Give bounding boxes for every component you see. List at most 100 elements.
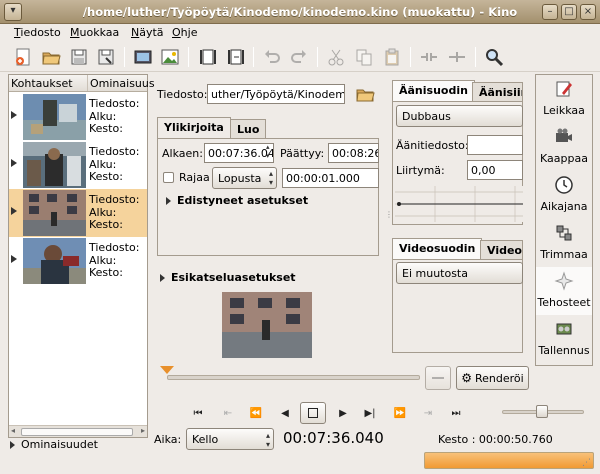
tab-audio-filter[interactable]: Äänisuodin [392, 80, 475, 102]
audio-file-input[interactable] [467, 135, 523, 155]
zoom-icon[interactable] [482, 45, 506, 69]
limit-duration-input[interactable]: 00:00:01.000 [282, 168, 379, 188]
first-frame-button[interactable]: ⏮ [188, 405, 208, 421]
rewind-button[interactable]: ⏪ [246, 405, 266, 421]
scene-row[interactable]: Tiedosto: Alku: Kesto: [9, 93, 147, 141]
sidebar-item-capture[interactable]: Kaappaa [536, 123, 592, 171]
sidebar-item-trim[interactable]: Trimmaa [536, 219, 592, 267]
expand-arrow-icon[interactable] [11, 255, 17, 263]
maximize-button[interactable]: □ [561, 4, 577, 20]
play-icon: ▶ [339, 407, 347, 419]
fast-forward-icon: ⏩ [393, 407, 407, 419]
last-frame-button[interactable]: ⏭ [446, 405, 466, 421]
select-arrows-icon: ▴ ▾ [268, 169, 273, 187]
render-icon: ⚙ [461, 371, 473, 385]
resize-grip-icon[interactable]: ⋰ [582, 458, 591, 468]
spin-arrows-icon[interactable]: ▴ ▾ [266, 143, 270, 161]
limit-mode-select[interactable]: Lopusta ▴ ▾ [212, 167, 277, 189]
properties-expander[interactable]: Ominaisuudet [10, 438, 98, 451]
menu-edit[interactable]: Muokkaa [70, 26, 119, 39]
scene-row[interactable]: Tiedosto: Alku: Kesto: [9, 237, 147, 285]
scroll-right-icon[interactable]: ▸ [141, 426, 145, 435]
fade-input[interactable]: 0,00 [467, 160, 523, 180]
scene-list[interactable]: Kohtaukset Ominaisuus Tiedosto: Alku: Kest… [8, 74, 155, 438]
shuttle-slider-handle[interactable] [536, 405, 548, 418]
menu-help[interactable]: Ohje [172, 26, 197, 39]
volume-envelope-graph[interactable] [395, 186, 523, 222]
time-format-select[interactable]: Kello ▴ ▾ [186, 428, 274, 450]
scene-row[interactable]: Tiedosto: Alku: Kesto: [9, 141, 147, 189]
next-frame-button[interactable]: ▶| [360, 405, 380, 421]
scrollbar-thumb[interactable] [21, 428, 133, 436]
sidebar-item-edit[interactable]: Leikkaa [536, 75, 592, 123]
limit-checkbox[interactable] [163, 172, 174, 183]
sidebar-item-export[interactable]: Tallennus [536, 315, 592, 363]
scene-row-selected[interactable]: Tiedosto: Alku: Kesto: [9, 189, 147, 237]
advanced-settings-expander[interactable]: Edistyneet asetukset [166, 194, 308, 207]
end-label: Päättyy: [280, 147, 325, 160]
render-button[interactable]: ⚙ Renderöi [456, 366, 529, 390]
paste-icon[interactable] [380, 45, 404, 69]
fast-forward-button[interactable]: ⏩ [390, 405, 410, 421]
sidebar-item-effects[interactable]: Tehosteet [536, 267, 592, 315]
new-icon[interactable] [11, 45, 35, 69]
cut-scene-start-icon[interactable] [196, 45, 220, 69]
tab-create[interactable]: Luo [230, 119, 267, 139]
expand-arrow-icon[interactable] [11, 111, 17, 119]
scene-list-scrollbar[interactable]: ◂ ▸ [9, 425, 147, 437]
pane-grip-icon[interactable]: ⋮ [385, 210, 393, 219]
file-path-input[interactable]: uther/Työpöytä/Kinodemo/ [207, 84, 345, 104]
video-filter-select[interactable]: Ei muutosta [396, 262, 523, 284]
column-header-scenes[interactable]: Kohtaukset [11, 77, 73, 90]
duration-display: Kesto : 00:00:50.760 [438, 433, 553, 446]
next-scene-button[interactable]: ⇥ [418, 405, 438, 421]
prev-scene-button[interactable]: ⇤ [218, 405, 238, 421]
capture-frame-icon[interactable] [131, 45, 155, 69]
undo-icon[interactable] [260, 45, 284, 69]
expand-arrow-icon[interactable] [11, 159, 17, 167]
preview-image [222, 292, 312, 358]
menu-bar: Tiedosto Muokkaa Näytä Ohje [0, 24, 600, 42]
menu-file[interactable]: Tiedosto [14, 26, 61, 39]
start-time-input[interactable]: 00:07:36.04 [204, 143, 274, 163]
toolbar-separator [188, 47, 189, 67]
tab-video-transition[interactable]: Video [480, 240, 523, 260]
save-icon[interactable] [67, 45, 91, 69]
menu-view[interactable]: Näytä [131, 26, 164, 39]
seek-slider[interactable] [167, 375, 420, 380]
stop-render-button[interactable] [425, 366, 451, 390]
close-button[interactable]: × [580, 4, 596, 20]
save-as-icon[interactable] [94, 45, 118, 69]
column-header-properties[interactable]: Ominaisuus [87, 75, 155, 91]
tab-overwrite[interactable]: Ylikirjoita [157, 117, 231, 139]
prev-scene-icon: ⇤ [223, 407, 233, 419]
last-frame-icon: ⏭ [451, 407, 461, 419]
sidebar-item-timeline[interactable]: Aikajana [536, 171, 592, 219]
toolbar [0, 42, 600, 72]
fade-label: Liirtymä: [396, 164, 445, 177]
minimize-button[interactable]: – [542, 4, 558, 20]
play-button[interactable]: ▶ [333, 405, 353, 421]
seek-marker-icon[interactable] [160, 366, 174, 374]
stop-button[interactable] [300, 402, 326, 424]
join-icon[interactable] [445, 45, 469, 69]
split-icon[interactable] [417, 45, 441, 69]
open-icon[interactable] [39, 45, 63, 69]
scene-info: Tiedosto: Alku: Kesto: [89, 145, 140, 183]
audio-filter-select[interactable]: Dubbaus [396, 105, 523, 127]
preview-settings-expander[interactable]: Esikatseluasetukset [160, 271, 296, 284]
copy-icon[interactable] [352, 45, 376, 69]
tab-audio-transition[interactable]: Äänisiir [472, 82, 523, 102]
scroll-left-icon[interactable]: ◂ [11, 426, 15, 435]
cut-scene-end-icon[interactable] [224, 45, 248, 69]
image-icon[interactable] [158, 45, 182, 69]
window-menu-button[interactable]: ▾ [4, 3, 22, 21]
prev-frame-button[interactable]: ◀ [275, 405, 295, 421]
tab-video-filter[interactable]: Videosuodin [392, 238, 483, 260]
expander-arrow-icon [166, 197, 171, 205]
browse-file-icon[interactable] [353, 82, 377, 106]
redo-icon[interactable] [287, 45, 311, 69]
expand-arrow-icon[interactable] [11, 207, 17, 215]
cut-icon[interactable] [324, 45, 348, 69]
end-time-input[interactable]: 00:08:26.7 [328, 143, 379, 163]
